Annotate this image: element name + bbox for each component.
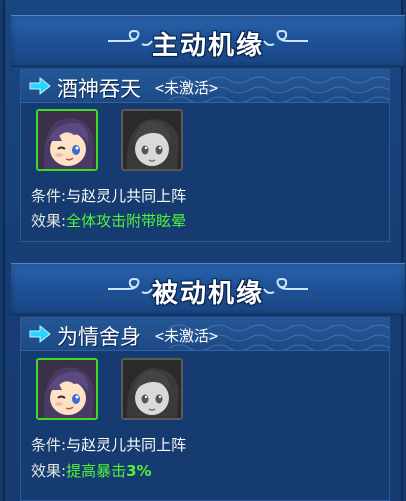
condition-value: 与赵灵儿共同上阵 <box>66 436 187 454</box>
portrait-character-inactive[interactable] <box>121 109 183 171</box>
fate-name: 酒神吞天 <box>57 77 141 101</box>
portrait-character-active[interactable] <box>36 358 98 420</box>
effect-line: 效果:提高暴击3% <box>31 460 152 481</box>
character-face-icon <box>38 360 96 418</box>
condition-label: 条件: <box>31 187 67 205</box>
section-title: 主动机缘 <box>151 31 264 61</box>
active-fate-header: 主动机缘 <box>11 15 405 67</box>
character-face-grey-icon <box>123 111 181 169</box>
effect-label: 效果: <box>31 462 67 480</box>
character-face-icon <box>38 111 96 169</box>
arrow-right-icon <box>29 325 51 343</box>
fate-card-header: 为情舍身 <未激活> <box>21 318 389 351</box>
fate-panel: 主动机缘 酒神吞天 <未激活> 条件:与赵灵儿共同上阵 效果:全体攻击附带眩晕 … <box>3 0 405 501</box>
effect-line: 效果:全体攻击附带眩晕 <box>31 210 186 231</box>
fate-card: 为情舍身 <未激活> 条件:与赵灵儿共同上阵 效果:提高暴击3% <box>20 317 390 501</box>
fate-card: 酒神吞天 <未激活> 条件:与赵灵儿共同上阵 效果:全体攻击附带眩晕 <box>20 69 390 242</box>
fate-card-header: 酒神吞天 <未激活> <box>21 70 389 103</box>
passive-fate-header: 被动机缘 <box>11 263 405 315</box>
portrait-character-inactive[interactable] <box>121 358 183 420</box>
arrow-right-icon <box>29 77 51 95</box>
fate-status: <未激活> <box>155 79 219 97</box>
condition-label: 条件: <box>31 436 67 454</box>
condition-line: 条件:与赵灵儿共同上阵 <box>31 434 186 455</box>
effect-label: 效果: <box>31 212 67 230</box>
condition-value: 与赵灵儿共同上阵 <box>66 187 187 205</box>
swirl-ornament-icon <box>263 29 309 46</box>
swirl-ornament-icon <box>263 277 309 294</box>
effect-value: 全体攻击附带眩晕 <box>66 212 187 230</box>
character-face-grey-icon <box>123 360 181 418</box>
fate-status: <未激活> <box>155 327 219 345</box>
fate-name: 为情舍身 <box>57 325 141 349</box>
section-title: 被动机缘 <box>151 279 264 309</box>
condition-line: 条件:与赵灵儿共同上阵 <box>31 185 186 206</box>
portrait-character-active[interactable] <box>36 109 98 171</box>
effect-value: 提高暴击 <box>66 462 127 480</box>
effect-bonus-value: 3% <box>126 462 152 480</box>
